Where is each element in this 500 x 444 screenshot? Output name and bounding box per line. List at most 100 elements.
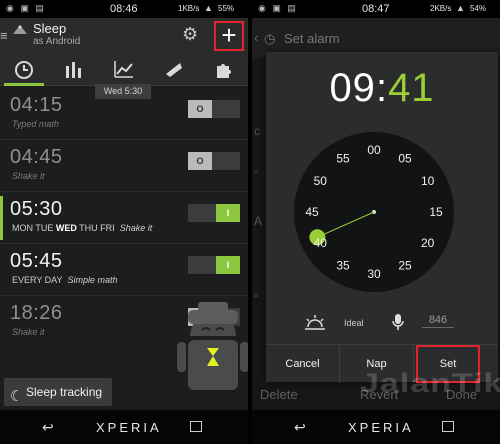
alarm-meta: EVERY DAY Simple math <box>12 275 118 285</box>
sleeping-android-mascot-icon <box>177 302 248 390</box>
alarm-meta: Shake it <box>12 171 45 181</box>
gear-icon[interactable]: ⚙ <box>182 24 198 45</box>
line-chart-icon <box>114 61 133 78</box>
alarm-days: MON TUE WED THU FRI <box>12 223 115 233</box>
time-picker-dialog: 09:41 00 05 10 15 20 25 30 35 40 45 50 55 Ideal 846… <box>266 52 498 383</box>
bar-chart-icon <box>66 62 81 78</box>
microphone-icon[interactable] <box>392 313 404 331</box>
brand-logo: XPERIA <box>96 420 162 435</box>
system-nav-bar: ↩ XPERIA <box>252 410 500 444</box>
toggle-knob: I <box>216 204 240 222</box>
app-logo-icon <box>13 25 27 34</box>
alarm-task: Shake it <box>12 327 45 337</box>
active-indicator <box>0 196 3 240</box>
dial-number[interactable]: 55 <box>336 151 350 165</box>
dial-number[interactable]: 05 <box>398 151 412 165</box>
tab-bar <box>0 54 248 86</box>
minute-display[interactable]: 41 <box>388 66 435 110</box>
alarm-task: Shake it <box>119 223 153 233</box>
time-separator: : <box>375 66 389 110</box>
cancel-button[interactable]: Cancel <box>266 345 340 383</box>
list-item[interactable]: 04:45 Shake it O <box>0 140 248 192</box>
hour-display[interactable]: 09 <box>329 66 376 110</box>
background-fragment: c <box>254 124 260 138</box>
clock-icon: ◷ <box>264 31 276 46</box>
options-row: Ideal 846 <box>266 308 498 336</box>
tab-addons[interactable] <box>200 54 248 86</box>
dial-number[interactable]: 15 <box>429 205 443 219</box>
status-time: 08:46 <box>110 3 138 15</box>
toggle-knob: I <box>216 256 240 274</box>
back-icon[interactable]: ↩ <box>42 419 54 436</box>
sleep-tracking-label: Sleep tracking <box>26 385 103 399</box>
recent-apps-icon[interactable] <box>442 421 454 432</box>
tab-graphs[interactable] <box>100 54 148 86</box>
dial-number[interactable]: 40 <box>314 236 328 250</box>
status-bar: ◉ ▣ ▤ 08:47 2KB/s ▲ 54% <box>252 0 500 18</box>
tab-alarms[interactable] <box>0 54 48 86</box>
chevron-left-icon[interactable]: ‹ <box>254 30 258 45</box>
sunrise-icon[interactable] <box>304 314 326 330</box>
dial-number[interactable]: 00 <box>367 143 381 157</box>
dial-number[interactable]: 10 <box>421 174 435 188</box>
toggle-knob: O <box>188 152 212 170</box>
battery-level: 55% <box>218 4 235 13</box>
network-speed: 2KB/s <box>430 4 452 13</box>
status-time: 08:47 <box>362 3 390 15</box>
background-fragment: ▫ <box>254 164 259 178</box>
tab-noise[interactable] <box>150 54 198 86</box>
dial-number[interactable]: 45 <box>305 205 319 219</box>
moon-icon: ☾ <box>10 388 24 405</box>
dial-number[interactable]: 50 <box>314 174 328 188</box>
menu-icon[interactable]: ≡ <box>0 28 8 43</box>
app-header: ≡ Sleep as Android ⚙ + <box>0 18 248 54</box>
notification-icons: ◉ ▣ ▤ <box>258 3 298 13</box>
toggle-knob: O <box>188 100 212 118</box>
network-speed: 1KB/s <box>178 4 200 13</box>
system-nav-bar: ↩ XPERIA <box>0 410 248 444</box>
alarm-time: 04:45 <box>10 146 63 168</box>
screen-title: Set alarm <box>284 31 340 46</box>
alarm-toggle[interactable]: I <box>188 204 240 222</box>
alarm-time: 05:45 <box>10 250 63 272</box>
list-item[interactable]: 04:15 Typed math O <box>0 88 248 140</box>
battery-level: 54% <box>470 4 487 13</box>
set-alarm-screen: ◉ ▣ ▤ 08:47 2KB/s ▲ 54% ‹ ◷ Set alarm c … <box>252 0 500 444</box>
back-icon[interactable]: ↩ <box>294 419 306 436</box>
alarm-toggle[interactable]: O <box>188 100 240 118</box>
delete-button[interactable]: Delete <box>260 387 298 402</box>
brand-logo: XPERIA <box>348 420 414 435</box>
alarm-meta: MON TUE WED THU FRI Shake it <box>12 223 152 233</box>
noise-value-input[interactable]: 846 <box>422 312 454 328</box>
alarm-time: 04:15 <box>10 94 63 116</box>
minute-dial[interactable]: 00 05 10 15 20 25 30 35 40 45 50 55 <box>294 132 454 292</box>
sleep-tracking-button[interactable]: ☾ Sleep tracking <box>4 378 112 406</box>
list-item[interactable]: 05:30 MON TUE WED THU FRI Shake it I <box>0 192 248 244</box>
alarm-days: EVERY DAY <box>12 275 63 285</box>
puzzle-icon <box>217 64 231 78</box>
app-title: Sleep <box>33 21 67 36</box>
dial-number[interactable]: 35 <box>336 259 350 273</box>
alarm-toggle[interactable]: I <box>188 256 240 274</box>
list-item[interactable]: 05:45 EVERY DAY Simple math I <box>0 244 248 296</box>
status-bar: ◉ ▣ ▤ 08:46 1KB/s ▲ 55% <box>0 0 248 18</box>
add-alarm-button[interactable]: + <box>214 21 244 51</box>
signal-icon: ▲ <box>204 3 213 13</box>
dial-number[interactable]: 25 <box>398 259 412 273</box>
alarm-time: 05:30 <box>10 198 63 220</box>
alarm-toggle[interactable]: O <box>188 152 240 170</box>
dial-number[interactable]: 30 <box>367 267 381 281</box>
alarm-task: Shake it <box>12 171 45 181</box>
signal-icon: ▲ <box>456 3 465 13</box>
tab-stats[interactable] <box>50 54 98 86</box>
megaphone-icon <box>166 63 182 77</box>
selected-time: 09:41 <box>266 66 498 111</box>
background-fragment: ▫ <box>254 288 259 302</box>
app-subtitle: as Android <box>33 36 81 47</box>
alarm-meta: Typed math <box>12 119 59 129</box>
dial-number[interactable]: 20 <box>421 236 435 250</box>
watermark: JalanTikus <box>360 367 500 399</box>
alarm-time: 18:26 <box>10 302 63 324</box>
recent-apps-icon[interactable] <box>190 421 202 432</box>
notification-icons: ◉ ▣ ▤ <box>6 3 46 13</box>
